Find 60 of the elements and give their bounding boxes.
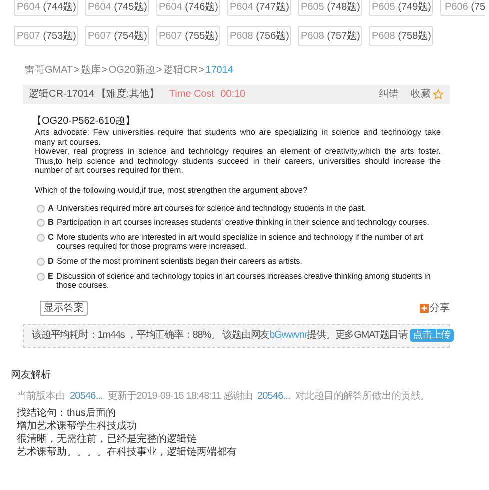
page-button[interactable]: P608 (756题) xyxy=(227,26,291,46)
analysis-text: 很清晰，无需往前，已经是完整的逻辑链 xyxy=(17,432,198,446)
show-answer-button[interactable]: 显示答案 xyxy=(40,300,88,316)
report-link[interactable]: 纠错 xyxy=(379,87,399,102)
option-letter: D xyxy=(48,256,54,267)
breadcrumb-separator: > xyxy=(156,64,162,78)
page-button[interactable]: P606 (75 xyxy=(440,0,486,16)
radio-button[interactable] xyxy=(37,272,45,281)
meta-text: 更新于2019-09-15 18:48:11 感谢由 xyxy=(108,390,252,404)
question-text: Arts advocate: Few universities require that students who are specializing in science and technology take many art courses. xyxy=(35,128,441,148)
section-title: 网友解析 xyxy=(11,368,52,383)
breadcrumb-link[interactable]: 逻辑CR xyxy=(163,63,198,78)
stats-text: 提供。更多GMAT题目请 xyxy=(307,328,408,344)
favorite-link[interactable]: 收藏 xyxy=(411,87,431,102)
timer-label: Time Cost xyxy=(169,88,215,102)
analysis-text: 找结论句：thus后面的 xyxy=(17,406,117,420)
share-button[interactable]: 分享 xyxy=(420,300,450,316)
meta-text: 对此题目的解答所做出的贡献。 xyxy=(295,390,430,404)
breadcrumb-link[interactable]: OG20新题 xyxy=(108,63,156,78)
page-button[interactable]: P604 (745题) xyxy=(85,0,149,16)
analysis-text: 艺术课帮助。。。。在科技事业，逻辑链两端都有 xyxy=(17,446,238,459)
option-text: Universities required more art courses for science and technology students in the past. xyxy=(57,204,368,214)
option-letter: A xyxy=(48,204,54,214)
radio-button[interactable] xyxy=(37,204,45,213)
breadcrumb-separator: > xyxy=(102,64,108,78)
page-button[interactable]: P607 (754题) xyxy=(85,26,149,46)
meta-text: 当前版本由 xyxy=(17,390,66,404)
radio-button[interactable] xyxy=(37,234,45,242)
radio-button[interactable] xyxy=(37,258,45,266)
page-button[interactable]: P604 (747题) xyxy=(227,0,291,16)
option-letter: B xyxy=(48,218,54,228)
difficulty-label: 【难度:其他】 xyxy=(96,88,160,102)
page-button[interactable]: P604 (744题) xyxy=(14,0,78,16)
analysis-text: 增加艺术课帮学生科技成功 xyxy=(17,420,138,433)
page-button[interactable]: P608 (758题) xyxy=(369,26,433,46)
timer-value: 00:10 xyxy=(220,88,246,102)
radio-button[interactable] xyxy=(37,219,45,228)
option-letter: E xyxy=(48,272,54,282)
breadcrumb-link[interactable]: 雷哥GMAT xyxy=(25,63,74,78)
question-prompt: Which of the following would,if true, most strengthen the argument above? xyxy=(35,186,309,196)
page-button[interactable]: P604 (746题) xyxy=(156,0,220,16)
page-button[interactable]: P605 (749题) xyxy=(369,0,433,16)
star-icon[interactable] xyxy=(433,89,444,100)
breadcrumb-separator: > xyxy=(74,64,80,78)
question-id: 逻辑CR-17014 xyxy=(29,88,95,102)
page-button[interactable]: P607 (755题) xyxy=(156,26,220,46)
page-button[interactable]: P605 (748题) xyxy=(298,0,362,16)
option-text: Some of the most prominent scientists began their careers as artists. xyxy=(57,256,304,267)
option-letter: C xyxy=(48,232,54,242)
breadcrumb-separator: > xyxy=(198,64,205,78)
question-source: 【OG20-P562-610题】 xyxy=(32,116,136,128)
page-button[interactable]: P608 (757题) xyxy=(298,26,362,46)
breadcrumb-link[interactable]: 题库 xyxy=(81,63,101,78)
option-text: Discussion of science and technology topics in art courses increases creative thinking among students in those courses. xyxy=(56,272,432,291)
page-button[interactable]: P607 (753题) xyxy=(14,26,78,46)
option-text: More students who are interested in art would specialize in science and technology if the number of art courses required for those programs were increased. xyxy=(57,232,424,252)
plus-icon xyxy=(420,304,429,313)
question-text: However, real progress in science and technology requires an element of creativity,which the arts foster. Thus,to help science and technology students succeed in their careers, universities should increase the number of art courses required for them. xyxy=(35,147,441,176)
stats-text: 该题平均耗时：1m44s ，平均正确率：88%。 该题由网友 xyxy=(32,328,270,344)
option-text: Participation in art courses increases students' creative thinking in their science and technology courses. xyxy=(57,218,430,228)
